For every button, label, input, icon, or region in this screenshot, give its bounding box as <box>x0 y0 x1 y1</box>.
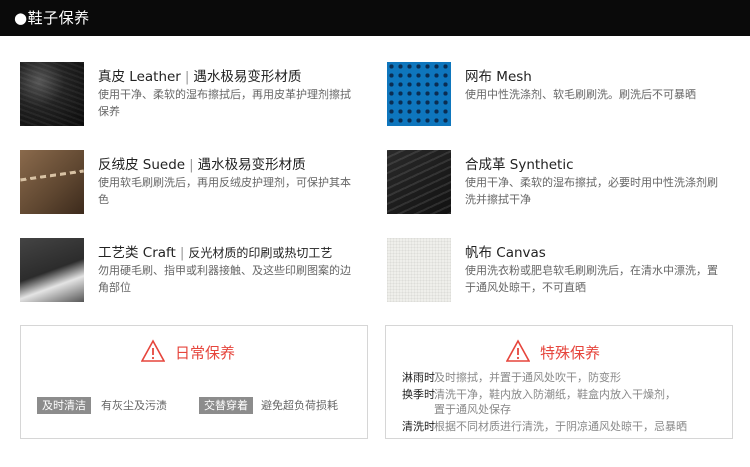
rule-season-label: 换季时 <box>402 388 435 401</box>
material-canvas: 帆布 Canvas 使用洗衣粉或肥皂软毛刷刷洗后，在清水中漂洗，置于通风处晾干，… <box>387 238 727 306</box>
daily-care-title: 日常保养 <box>175 344 236 362</box>
section-title: ●鞋子保养 <box>14 9 90 27</box>
warning-triangle-icon <box>506 339 530 362</box>
material-desc: 使用软毛刷刷洗后，再用反绒皮护理剂，可保护其本色 <box>98 176 351 206</box>
special-care-title: 特殊保养 <box>540 344 601 362</box>
mesh-swatch-image <box>387 62 451 126</box>
synthetic-swatch-image <box>387 150 451 214</box>
tag-rotate-text: 避免超负荷损耗 <box>261 399 338 412</box>
material-desc: 勿用硬毛刷、指甲或利器接触、及这些印刷图案的边角部位 <box>98 264 351 294</box>
material-desc: 使用干净、柔软的湿布擦拭后，再用皮革护理剂擦拭保养 <box>98 88 351 118</box>
rule-rain-text: 及时擦拭，并置于通风处吹干，防变形 <box>434 371 621 384</box>
material-suede: 反绒皮 Suede | 遇水极易变形材质 使用软毛刷刷洗后，再用反绒皮护理剂，可保护… <box>20 150 360 218</box>
divider: | <box>189 157 194 173</box>
tag-rotate: 交替穿着 <box>199 397 253 414</box>
rule-season-text-2: 置于通风处保存 <box>434 403 511 416</box>
material-name: 帆布 Canvas <box>465 245 546 261</box>
rule-wash-text: 根据不同材质进行清洗，于阴凉通风处晾干，忌暴晒 <box>434 420 687 433</box>
divider: | <box>179 245 185 261</box>
divider: | <box>184 69 190 85</box>
leather-swatch-image <box>20 62 84 126</box>
material-name: 真皮 Leather <box>98 69 181 85</box>
material-mesh: 网布 Mesh 使用中性洗涤剂、软毛刷刷洗。刷洗后不可暴晒 <box>387 62 727 130</box>
tag-clean: 及时清洁 <box>37 397 91 414</box>
craft-swatch-image <box>20 238 84 302</box>
material-name: 反绒皮 Suede <box>98 157 186 173</box>
rule-wash-label: 清洗时 <box>402 420 435 433</box>
special-care-box: 特殊保养 淋雨时 及时擦拭，并置于通风处吹干，防变形 换季时 清洗干净，鞋内放入… <box>385 325 733 439</box>
material-desc: 使用干净、柔软的湿布擦拭，必要时用中性洗涤剂刷洗并擦拭干净 <box>465 176 718 206</box>
warning-triangle-icon <box>141 339 165 362</box>
material-name: 网布 Mesh <box>465 69 532 85</box>
tag-clean-text: 有灰尘及污渍 <box>101 399 167 412</box>
material-leather: 真皮 Leather | 遇水极易变形材质 使用干净、柔软的湿布擦拭后，再用皮革护理… <box>20 62 360 130</box>
rule-rain-label: 淋雨时 <box>402 371 435 384</box>
material-craft: 工艺类 Craft | 反光材质的印刷或热切工艺 勿用硬毛刷、指甲或利器接触、及这些… <box>20 238 360 306</box>
material-note: 遇水极易变形材质 <box>193 69 302 85</box>
canvas-swatch-image <box>387 238 451 302</box>
material-name: 合成革 Synthetic <box>465 157 574 173</box>
suede-swatch-image <box>20 150 84 214</box>
material-note: 遇水极易变形材质 <box>197 157 306 173</box>
section-header: ●鞋子保养 <box>0 0 750 36</box>
material-desc: 使用中性洗涤剂、软毛刷刷洗。刷洗后不可暴晒 <box>465 88 696 101</box>
material-name: 工艺类 Craft <box>98 245 176 261</box>
daily-care-box: 日常保养 及时清洁 有灰尘及污渍 交替穿着 避免超负荷损耗 <box>20 325 368 439</box>
material-note: 反光材质的印刷或热切工艺 <box>188 246 333 260</box>
material-synthetic: 合成革 Synthetic 使用干净、柔软的湿布擦拭，必要时用中性洗涤剂刷洗并擦… <box>387 150 727 218</box>
material-desc: 使用洗衣粉或肥皂软毛刷刷洗后，在清水中漂洗，置于通风处晾干，不可直晒 <box>465 264 718 294</box>
